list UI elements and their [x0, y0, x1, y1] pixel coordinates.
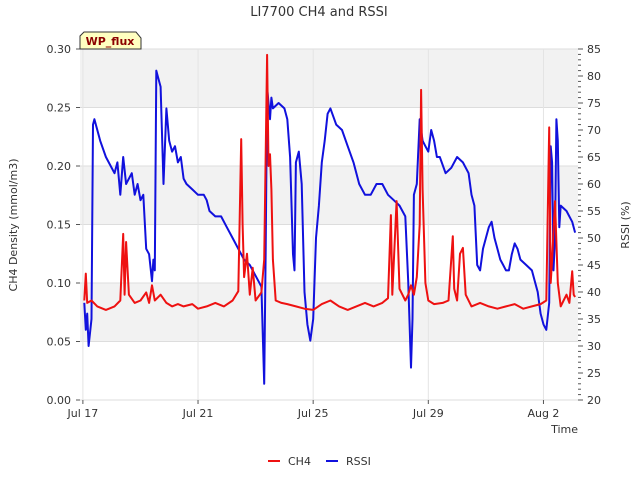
legend-label: CH4 — [288, 455, 311, 468]
y-right-tick-label: 70 — [587, 124, 601, 137]
plot-band — [80, 49, 578, 108]
y-left-tick-label: 0.10 — [47, 277, 72, 290]
x-tick-label: Jul 29 — [412, 407, 444, 420]
y-left-tick-label: 0.00 — [47, 394, 72, 407]
left-axis: 0.00 0.05 0.10 0.15 0.20 0.25 0.30 — [47, 43, 80, 407]
y-left-tick-label: 0.25 — [47, 102, 72, 115]
x-tick-label: Aug 2 — [527, 407, 559, 420]
y-right-tick-label: 85 — [587, 43, 601, 56]
badge-text: WP_flux — [86, 35, 135, 48]
y-right-tick-label: 75 — [587, 97, 601, 110]
x-axis: Jul 17 Jul 21 Jul 25 Jul 29 Aug 2 — [66, 400, 559, 420]
site-badge: WP_flux — [79, 31, 142, 50]
y-axis-right-label: RSSI (%) — [619, 201, 632, 248]
y-left-tick-label: 0.15 — [47, 219, 72, 232]
y-left-tick-label: 0.30 — [47, 43, 72, 56]
y-right-tick-label: 20 — [587, 394, 601, 407]
legend: CH4 RSSI — [268, 455, 371, 468]
y-right-tick-label: 35 — [587, 313, 601, 326]
x-tick-label: Jul 17 — [66, 407, 98, 420]
y-axis-left-label: CH4 Density (mmol/m3) — [7, 159, 20, 292]
x-axis-label: Time — [550, 423, 578, 436]
chart: LI7700 CH4 and RSSI 0.00 0.05 0.10 0.15 0.20… — [7, 5, 632, 468]
right-axis: 20 25 30 35 40 45 50 55 60 65 70 75 80 85 — [578, 43, 601, 407]
legend-label: RSSI — [346, 455, 371, 468]
plot-band — [80, 283, 578, 342]
y-right-tick-label: 65 — [587, 151, 601, 164]
y-right-tick-label: 60 — [587, 178, 601, 191]
y-right-tick-label: 45 — [587, 259, 601, 272]
plot-band — [80, 341, 578, 400]
y-left-tick-label: 0.05 — [47, 336, 72, 349]
y-left-tick-label: 0.20 — [47, 160, 72, 173]
y-right-tick-label: 40 — [587, 286, 601, 299]
y-right-tick-label: 25 — [587, 367, 601, 380]
y-right-tick-label: 30 — [587, 340, 601, 353]
y-right-tick-label: 50 — [587, 232, 601, 245]
x-tick-label: Jul 21 — [182, 407, 214, 420]
chart-title: LI7700 CH4 and RSSI — [250, 5, 388, 20]
x-tick-label: Jul 25 — [297, 407, 329, 420]
y-right-tick-label: 80 — [587, 70, 601, 83]
y-right-tick-label: 55 — [587, 205, 601, 218]
